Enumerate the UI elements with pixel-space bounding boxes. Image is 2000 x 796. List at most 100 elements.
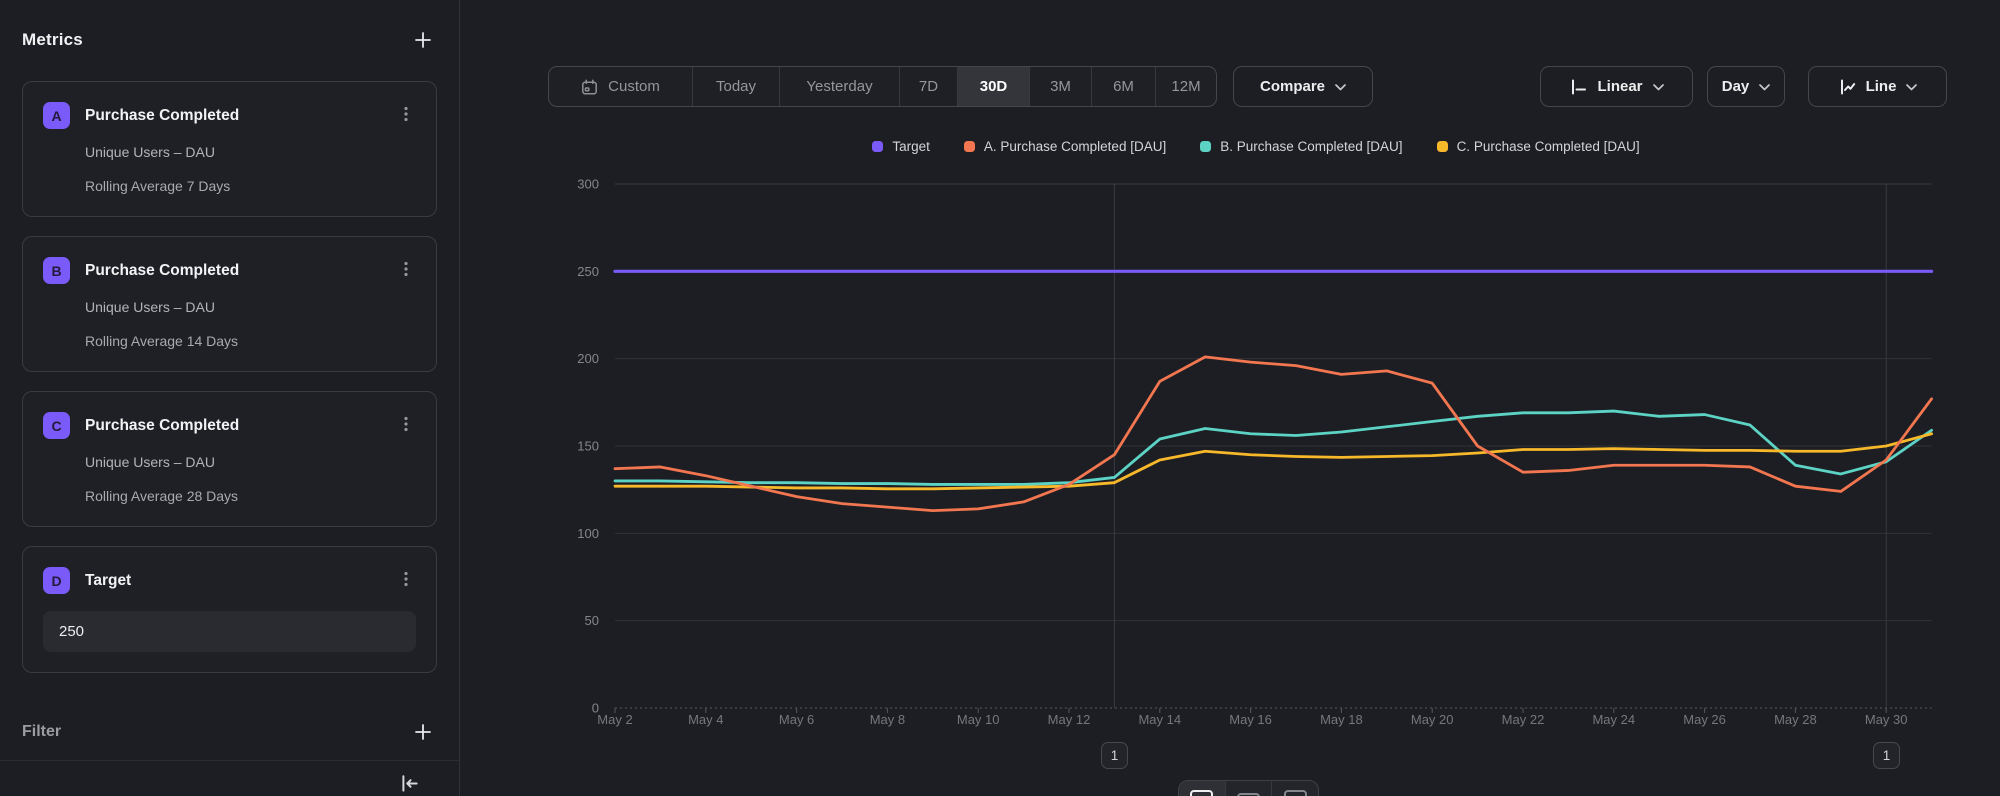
legend-swatch [964, 141, 975, 152]
scale-label: Linear [1597, 78, 1642, 95]
x-tick-label: May 2 [597, 712, 632, 727]
range-today-button[interactable]: Today [693, 67, 780, 106]
kebab-icon [398, 105, 414, 123]
legend-item-a[interactable]: A. Purchase Completed [DAU] [964, 139, 1166, 154]
target-card[interactable]: D Target 250 [22, 546, 437, 673]
legend-item-c[interactable]: C. Purchase Completed [DAU] [1437, 139, 1640, 154]
chart-view-control [1178, 780, 1319, 796]
chevron-down-icon [1906, 84, 1917, 91]
range-custom-button[interactable]: Custom [549, 67, 693, 106]
legend-item-target[interactable]: Target [872, 139, 930, 154]
interval-select[interactable]: Day [1707, 66, 1785, 107]
metric-measure: Unique Users – DAU [85, 454, 416, 470]
metric-title: Purchase Completed [85, 107, 381, 125]
interval-label: Day [1722, 78, 1750, 95]
annotation-badge[interactable]: 1 [1873, 742, 1900, 769]
legend-label: Target [892, 139, 930, 154]
legend-label: C. Purchase Completed [DAU] [1457, 139, 1640, 154]
line-chart-icon [1838, 79, 1856, 95]
range-6m-button[interactable]: 6M [1092, 67, 1156, 106]
metric-menu-button[interactable] [396, 258, 416, 283]
scale-select[interactable]: Linear [1540, 66, 1693, 107]
chevron-down-icon [1653, 84, 1664, 91]
target-title: Target [85, 572, 381, 590]
target-menu-button[interactable] [396, 568, 416, 593]
metric-title: Purchase Completed [85, 262, 381, 280]
metric-menu-button[interactable] [396, 413, 416, 438]
chart-type-select[interactable]: Line [1808, 66, 1947, 107]
metric-measure: Unique Users – DAU [85, 144, 416, 160]
y-tick-label: 250 [577, 264, 599, 279]
legend-item-b[interactable]: B. Purchase Completed [DAU] [1200, 139, 1402, 154]
filter-title: Filter [22, 723, 61, 741]
filter-section: Filter [22, 718, 437, 746]
chart-toolbar: Custom Today Yesterday 7D 30D 3M 6M 12M … [461, 66, 2000, 107]
plus-icon [413, 30, 433, 50]
kebab-icon [398, 415, 414, 433]
x-tick-label: May 30 [1865, 712, 1908, 727]
range-7d-button[interactable]: 7D [900, 67, 958, 106]
metric-measure: Unique Users – DAU [85, 299, 416, 315]
metric-badge-a: A [43, 102, 70, 129]
chevron-down-icon [1759, 84, 1770, 91]
x-tick-label: May 8 [870, 712, 905, 727]
calendar-icon [581, 79, 598, 96]
notes-view-button[interactable] [1272, 781, 1318, 796]
x-tick-label: May 28 [1774, 712, 1817, 727]
legend-swatch [872, 141, 883, 152]
target-badge-d: D [43, 567, 70, 594]
x-tick-label: May 12 [1048, 712, 1091, 727]
notes-view-icon [1284, 790, 1307, 796]
metric-card-c[interactable]: C Purchase Completed Unique Users – DAU … [22, 391, 437, 527]
table-view-button[interactable] [1226, 781, 1273, 796]
legend-label: B. Purchase Completed [DAU] [1220, 139, 1402, 154]
legend-swatch [1437, 141, 1448, 152]
x-tick-label: May 24 [1592, 712, 1635, 727]
x-tick-label: May 6 [779, 712, 814, 727]
plus-icon [413, 722, 433, 742]
chart-view-button[interactable] [1179, 781, 1226, 796]
series-b [615, 411, 1932, 484]
metrics-dashboard: Metrics A Purchase Completed Unique User… [0, 0, 2000, 796]
compare-label: Compare [1260, 78, 1325, 95]
metric-badge-b: B [43, 257, 70, 284]
y-tick-label: 50 [585, 613, 599, 628]
legend-swatch [1200, 141, 1211, 152]
range-yesterday-button[interactable]: Yesterday [780, 67, 900, 106]
sidebar-footer-divider [0, 760, 459, 761]
metrics-panel-title: Metrics [22, 30, 83, 50]
legend-label: A. Purchase Completed [DAU] [984, 139, 1166, 154]
metric-menu-button[interactable] [396, 103, 416, 128]
metrics-header: Metrics [22, 24, 437, 56]
range-3m-button[interactable]: 3M [1030, 67, 1092, 106]
axis-scale-icon [1569, 79, 1587, 95]
chart-view-icon [1190, 790, 1213, 796]
series-c [615, 434, 1932, 489]
annotation-badge[interactable]: 1 [1101, 742, 1128, 769]
collapse-sidebar-button[interactable] [399, 773, 421, 796]
add-metric-button[interactable] [409, 26, 437, 54]
target-value-input[interactable]: 250 [43, 611, 416, 652]
compare-button[interactable]: Compare [1233, 66, 1373, 107]
x-tick-label: May 18 [1320, 712, 1363, 727]
date-range-control: Custom Today Yesterday 7D 30D 3M 6M 12M [548, 66, 1217, 107]
x-tick-label: May 14 [1138, 712, 1181, 727]
y-tick-label: 200 [577, 351, 599, 366]
metrics-sidebar: Metrics A Purchase Completed Unique User… [0, 0, 460, 796]
metric-transform: Rolling Average 7 Days [85, 178, 416, 194]
metric-transform: Rolling Average 14 Days [85, 333, 416, 349]
line-chart[interactable]: 050100150200250300May 2May 4May 6May 8Ma… [561, 176, 1961, 736]
metric-transform: Rolling Average 28 Days [85, 488, 416, 504]
x-tick-label: May 16 [1229, 712, 1272, 727]
metric-badge-c: C [43, 412, 70, 439]
kebab-icon [398, 570, 414, 588]
metric-card-b[interactable]: B Purchase Completed Unique Users – DAU … [22, 236, 437, 372]
y-tick-label: 100 [577, 526, 599, 541]
metric-card-a[interactable]: A Purchase Completed Unique Users – DAU … [22, 81, 437, 217]
range-30d-button[interactable]: 30D [958, 67, 1030, 106]
x-tick-label: May 4 [688, 712, 723, 727]
x-tick-label: May 22 [1502, 712, 1545, 727]
add-filter-button[interactable] [409, 718, 437, 746]
range-12m-button[interactable]: 12M [1156, 67, 1216, 106]
range-label: Custom [608, 78, 660, 95]
